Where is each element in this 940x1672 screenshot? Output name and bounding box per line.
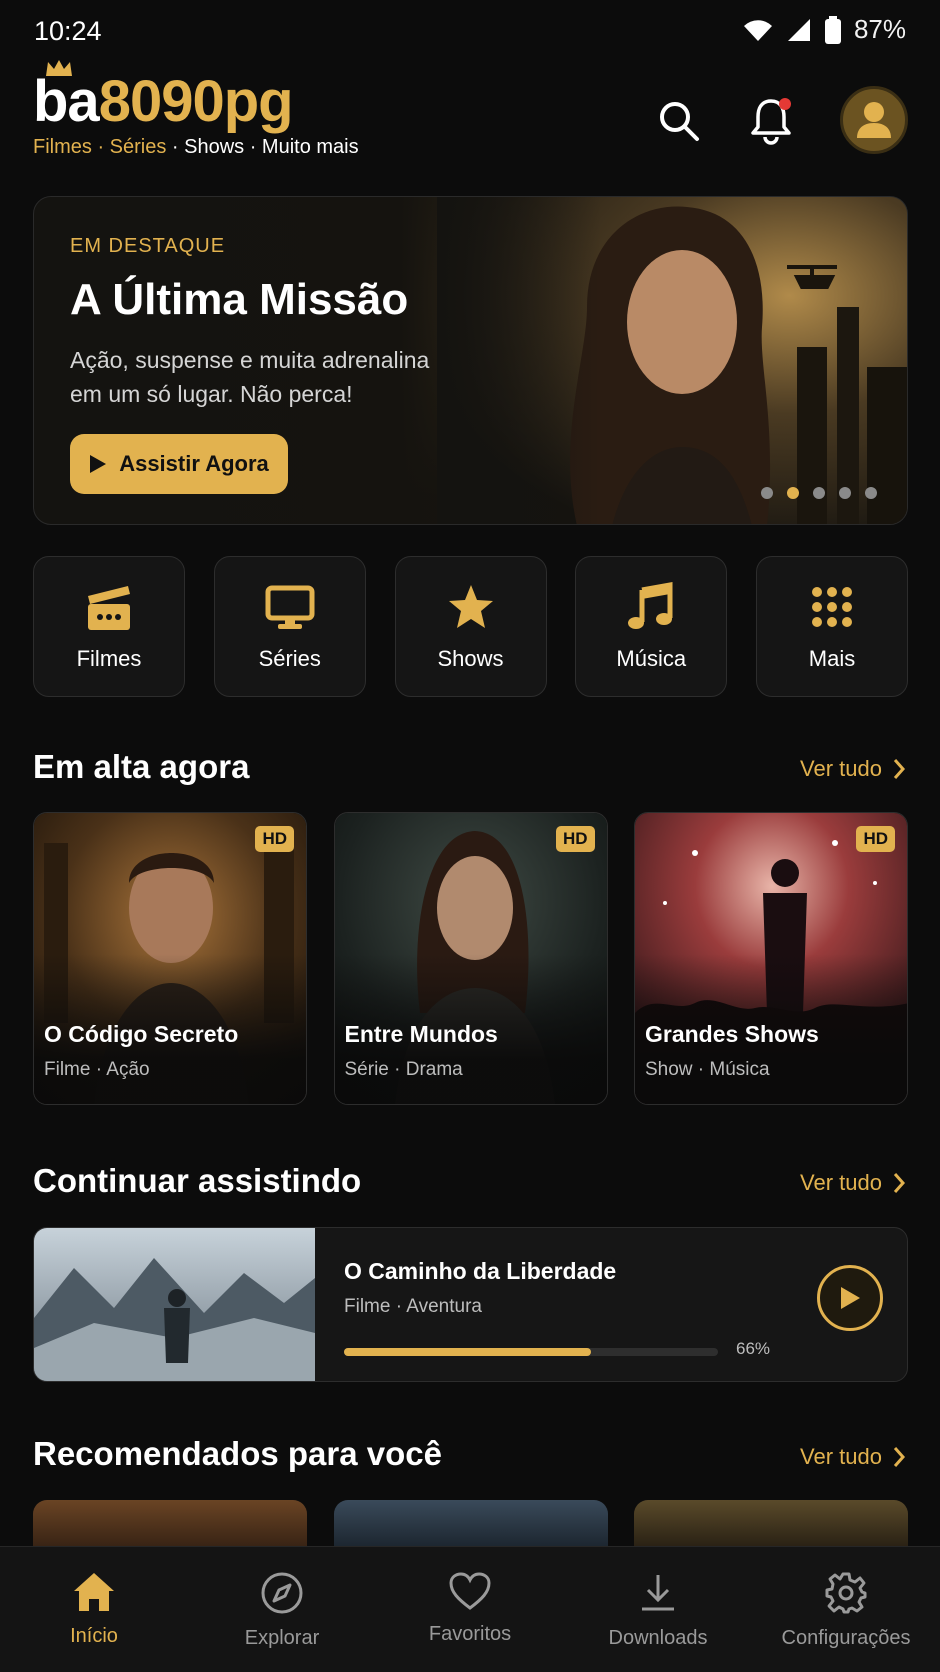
crown-icon [46,60,72,76]
nav-inicio[interactable]: Início [0,1547,188,1672]
progress-label: 66% [736,1339,771,1358]
recommended-see-all-link[interactable]: Ver tudo [800,1444,906,1470]
card-subtitle: Filme · Ação [44,1059,150,1080]
carousel-dot[interactable] [813,487,825,499]
category-musica[interactable]: Música [575,556,728,697]
profile-avatar[interactable] [840,86,908,154]
nav-explorar[interactable]: Explorar [188,1547,376,1672]
play-icon [90,455,107,473]
tagline: Filmes · Séries · Shows · Muito mais [33,136,359,158]
hd-badge: HD [255,826,294,852]
app-header: ba8090pg Filmes · Séries · Shows · Muito… [0,60,940,176]
featured-title: A Última Missão [70,275,409,324]
star-icon [448,584,493,628]
recommended-section-title: Recomendados para você [33,1435,442,1472]
continue-watching-card[interactable]: O Caminho da Liberdade Filme · Aventura … [33,1227,908,1382]
status-time: 10:24 [34,16,102,46]
chevron-right-icon [893,1447,906,1467]
category-mais[interactable]: Mais [756,556,908,697]
carousel-dot[interactable] [865,487,877,499]
tv-icon [265,585,315,629]
progress-bar [344,1348,718,1356]
featured-description: Ação, suspense e muita adrenalina em um … [70,347,430,407]
status-bar: 10:24 87% [0,0,940,60]
heart-icon [449,1572,491,1610]
home-icon [74,1573,114,1611]
category-shows[interactable]: Shows [394,556,547,697]
signal-icon [787,18,810,41]
user-icon [857,102,891,138]
continue-subtitle: Filme · Aventura [344,1296,482,1317]
nav-downloads[interactable]: Downloads [564,1547,752,1672]
category-series[interactable]: Séries [213,556,366,697]
download-icon [642,1575,674,1611]
bottom-navigation: Início Explorar Favoritos Downloads Conf… [0,1546,940,1672]
chevron-right-icon [893,759,906,779]
notifications-button[interactable] [746,96,796,146]
search-icon [660,102,699,141]
trending-card[interactable]: HD Grandes Shows Show · Música [634,812,908,1105]
app-logo[interactable]: ba8090pg [33,70,294,134]
continue-thumbnail [34,1228,315,1381]
card-title: Entre Mundos [344,1021,498,1047]
bell-icon [751,98,791,145]
watch-now-button[interactable]: Assistir Agora [70,434,288,494]
carousel-dot[interactable] [787,487,799,499]
grid-icon [812,586,852,627]
music-note-icon [628,581,673,629]
featured-kicker: EM DESTAQUE [70,235,226,257]
clapperboard-icon [88,585,130,630]
hd-badge: HD [856,826,895,852]
card-subtitle: Série · Drama [344,1059,463,1080]
hd-badge: HD [555,826,595,852]
featured-image [437,197,907,524]
card-title: Grandes Shows [645,1021,819,1047]
carousel-dot[interactable] [839,487,851,499]
gear-icon [825,1572,867,1614]
nav-configuracoes[interactable]: Configurações [752,1547,940,1672]
category-row: Filmes Séries Shows Música Mais [33,556,908,697]
trending-see-all-link[interactable]: Ver tudo [800,756,906,782]
carousel-dots [761,487,877,499]
continue-section-title: Continuar assistindo [33,1162,362,1199]
continue-title: O Caminho da Liberdade [344,1258,617,1284]
wifi-icon [743,19,772,41]
progress-fill [344,1348,591,1356]
search-button[interactable] [654,96,704,146]
category-filmes[interactable]: Filmes [33,556,185,697]
trending-card[interactable]: HD O Código Secreto Filme · Ação [33,812,307,1105]
card-title: O Código Secreto [44,1021,239,1047]
featured-banner[interactable]: EM DESTAQUE A Última Missão Ação, suspen… [33,196,908,525]
battery-icon [824,15,841,44]
play-icon [841,1287,860,1309]
trending-section-title: Em alta agora [33,748,250,785]
trending-card[interactable]: HD Entre Mundos Série · Drama [333,812,608,1105]
carousel-dot[interactable] [761,487,773,499]
trending-list: HD O Código Secreto Filme · Ação HD Entr… [33,812,908,1105]
chevron-right-icon [893,1173,906,1193]
continue-see-all-link[interactable]: Ver tudo [800,1170,906,1196]
nav-favoritos[interactable]: Favoritos [376,1547,564,1672]
battery-percent: 87% [853,14,906,44]
resume-play-button[interactable] [817,1265,883,1331]
card-subtitle: Show · Música [645,1059,770,1080]
compass-icon [261,1572,303,1614]
